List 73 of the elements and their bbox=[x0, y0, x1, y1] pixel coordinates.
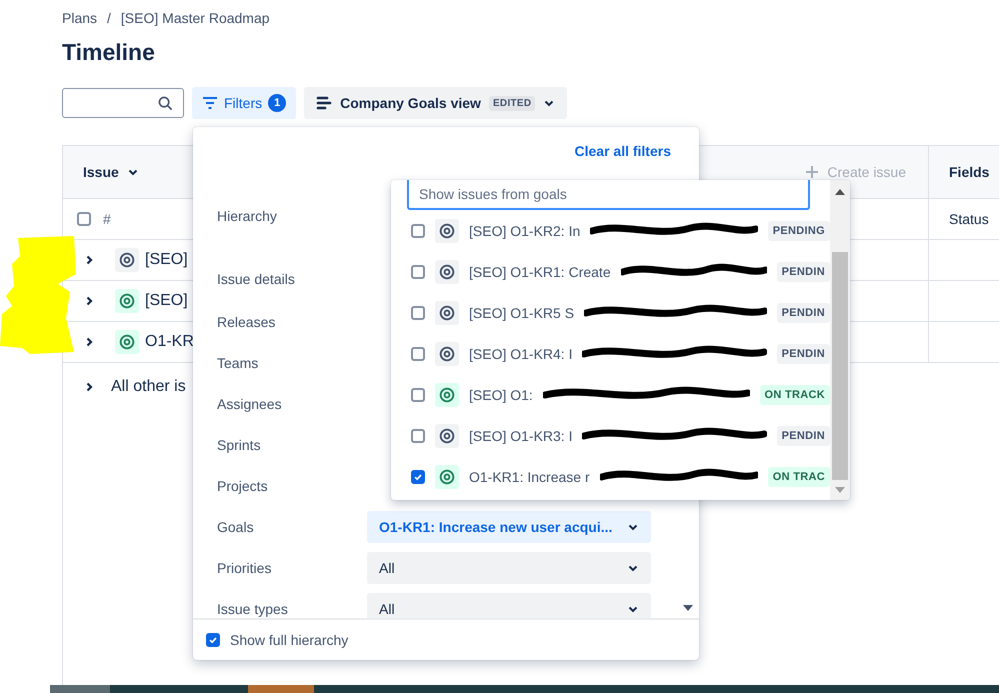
checkbox[interactable] bbox=[411, 470, 425, 484]
issue-title[interactable]: [SEO] bbox=[145, 251, 188, 269]
scroll-up-icon[interactable] bbox=[835, 188, 845, 196]
issue-title[interactable]: [SEO] bbox=[145, 292, 188, 310]
filter-select[interactable]: All bbox=[367, 552, 651, 584]
breadcrumb-separator: / bbox=[107, 10, 111, 26]
checkbox[interactable] bbox=[411, 224, 425, 238]
goal-icon bbox=[435, 342, 459, 366]
goal-icon bbox=[115, 289, 139, 313]
status-lozenge: PENDING bbox=[768, 220, 830, 240]
filter-label: Releases bbox=[216, 314, 276, 330]
checkbox[interactable] bbox=[411, 428, 425, 442]
goal-option[interactable]: [SEO] O1-KR5 S bbox=[469, 304, 574, 320]
status-lozenge: ON TRAC bbox=[768, 466, 830, 486]
filter-label: Priorities bbox=[216, 560, 272, 576]
checkbox[interactable] bbox=[411, 388, 425, 402]
breadcrumb-link[interactable]: Plans bbox=[62, 10, 98, 26]
filter-count: 1 bbox=[268, 94, 286, 112]
edited-badge: EDITED bbox=[488, 96, 536, 110]
goal-option[interactable]: [SEO] O1: bbox=[469, 386, 533, 402]
status-lozenge: PENDIN bbox=[776, 344, 830, 364]
search-icon bbox=[158, 96, 173, 110]
view-selector[interactable]: Company Goals view EDITED bbox=[304, 87, 568, 119]
filter-label: Teams bbox=[216, 355, 260, 372]
checkbox-label: Show full hierarchy bbox=[230, 632, 348, 648]
goal-option[interactable]: [SEO] O1-KR3: I bbox=[469, 428, 572, 444]
fields-column-header: Fields bbox=[949, 164, 990, 180]
goal-icon bbox=[435, 260, 459, 284]
goal-icon bbox=[115, 330, 139, 354]
goal-icon bbox=[435, 424, 459, 448]
checkbox[interactable] bbox=[411, 306, 425, 320]
checkbox[interactable] bbox=[206, 633, 220, 648]
clear-filters-link[interactable]: Clear all filters bbox=[574, 142, 671, 159]
filter-label: Hierarchy bbox=[216, 208, 278, 224]
filter-label: Assignees bbox=[216, 396, 283, 412]
issue-title[interactable]: O1-KR bbox=[145, 333, 194, 351]
other-issues-row[interactable]: All other is bbox=[111, 378, 186, 396]
filter-label: Projects bbox=[216, 478, 269, 494]
status-lozenge: PENDIN bbox=[776, 262, 830, 282]
filter-label: Sprints bbox=[216, 437, 262, 454]
checkbox[interactable] bbox=[411, 264, 425, 278]
goal-option[interactable]: [SEO] O1-KR4: I bbox=[469, 346, 572, 362]
goal-icon bbox=[435, 382, 459, 406]
status-lozenge: ON TRACK bbox=[760, 384, 830, 404]
goal-option[interactable]: O1-KR1: Increase r bbox=[469, 468, 590, 484]
goal-option[interactable]: [SEO] O1-KR2: In bbox=[469, 222, 580, 238]
status-lozenge: PENDIN bbox=[776, 426, 830, 446]
timeline-icon bbox=[316, 95, 332, 111]
page-title: Timeline bbox=[62, 38, 156, 67]
goal-icon bbox=[435, 218, 459, 242]
filter-label: Goals bbox=[216, 519, 255, 536]
status-column-header: Status bbox=[949, 211, 989, 227]
search-field[interactable] bbox=[62, 88, 184, 118]
checkbox[interactable] bbox=[411, 346, 425, 360]
breadcrumb-link[interactable]: [SEO] Master Roadmap bbox=[120, 10, 270, 26]
filter-select[interactable]: All bbox=[367, 593, 651, 618]
filter-icon bbox=[202, 95, 218, 111]
goal-icon bbox=[435, 464, 459, 488]
issue-column-header[interactable]: Issue bbox=[83, 164, 139, 180]
checkbox[interactable] bbox=[77, 212, 91, 226]
goal-search-field[interactable]: Show issues from goals bbox=[407, 180, 810, 210]
scroll-down-icon[interactable] bbox=[683, 604, 693, 612]
plus-icon bbox=[805, 165, 820, 179]
scrollbar[interactable] bbox=[830, 180, 850, 500]
goal-option[interactable]: [SEO] O1-KR1: Create bbox=[469, 264, 611, 280]
filters-button[interactable]: Filters 1 bbox=[192, 87, 296, 119]
filter-select[interactable]: O1-KR1: Increase new user acqui... bbox=[367, 511, 651, 544]
goal-icon bbox=[115, 248, 139, 272]
filter-label: Issue types bbox=[216, 601, 289, 618]
filter-label: Issue details bbox=[216, 271, 296, 288]
goal-icon bbox=[435, 300, 459, 324]
number-column-header: # bbox=[103, 211, 111, 227]
status-lozenge: PENDIN bbox=[776, 302, 830, 322]
